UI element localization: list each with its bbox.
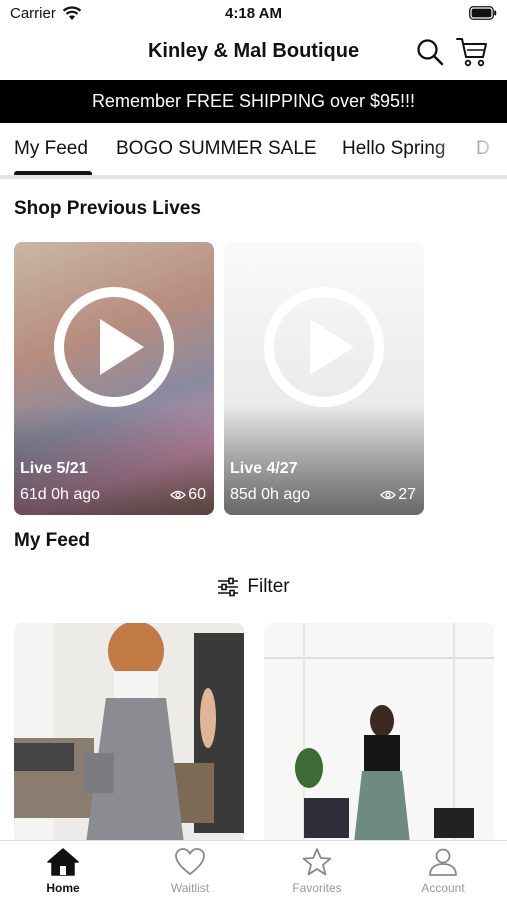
product-image: [264, 623, 494, 843]
live-label: Live 4/27: [230, 460, 298, 477]
feed-title: My Feed: [14, 530, 91, 551]
live-card[interactable]: Live 4/27 85d 0h ago 27: [224, 242, 424, 515]
live-card[interactable]: Live 5/21 61d 0h ago 60: [14, 242, 214, 515]
home-icon: [47, 848, 79, 876]
eye-icon: [380, 490, 397, 499]
tab-waitlist[interactable]: Waitlist: [140, 847, 240, 895]
live-view-count: 60: [170, 486, 206, 504]
tab-account-label: Account: [421, 881, 465, 895]
filter-label: Filter: [247, 576, 290, 597]
tab-bogo-summer-sale[interactable]: BOGO SUMMER SALE: [116, 138, 317, 160]
person-icon: [429, 848, 457, 876]
play-icon[interactable]: [264, 287, 384, 407]
shipping-promo-banner: Remember FREE SHIPPING over $95!!!: [0, 80, 507, 123]
cart-icon[interactable]: [456, 37, 488, 67]
app-header: Kinley & Mal Boutique: [0, 30, 507, 80]
tab-my-feed[interactable]: My Feed: [14, 138, 88, 160]
tab-home-label: Home: [46, 881, 80, 895]
status-time: 4:18 AM: [225, 5, 282, 22]
bottom-tab-bar: Home Waitlist Favorites Account: [0, 840, 507, 900]
tab-home[interactable]: Home: [13, 847, 113, 895]
live-time-ago: 61d 0h ago: [20, 486, 101, 503]
live-view-count: 27: [380, 486, 416, 504]
product-card[interactable]: [264, 623, 494, 843]
battery-icon: [469, 6, 497, 20]
play-icon[interactable]: [54, 287, 174, 407]
filter-button[interactable]: Filter: [0, 576, 507, 598]
active-tab-indicator: [14, 171, 92, 175]
view-count-value: 27: [398, 486, 416, 503]
tabs-fade: [427, 123, 507, 175]
category-tabs: My Feed BOGO SUMMER SALE Hello Spring D: [0, 123, 507, 179]
view-count-value: 60: [188, 486, 206, 503]
filter-sliders-icon: [218, 577, 239, 597]
tab-favorites[interactable]: Favorites: [267, 847, 367, 895]
product-card[interactable]: [14, 623, 244, 843]
search-icon[interactable]: [416, 38, 444, 66]
star-icon: [302, 848, 332, 876]
tab-favorites-label: Favorites: [292, 881, 342, 895]
tab-account[interactable]: Account: [393, 847, 493, 895]
status-bar: Carrier 4:18 AM: [0, 0, 507, 30]
heart-icon: [175, 848, 205, 876]
eye-icon: [170, 490, 187, 499]
tab-waitlist-label: Waitlist: [170, 881, 210, 895]
product-image: [14, 623, 244, 843]
live-label: Live 5/21: [20, 460, 88, 477]
previous-lives-title: Shop Previous Lives: [14, 198, 201, 219]
live-time-ago: 85d 0h ago: [230, 486, 311, 503]
